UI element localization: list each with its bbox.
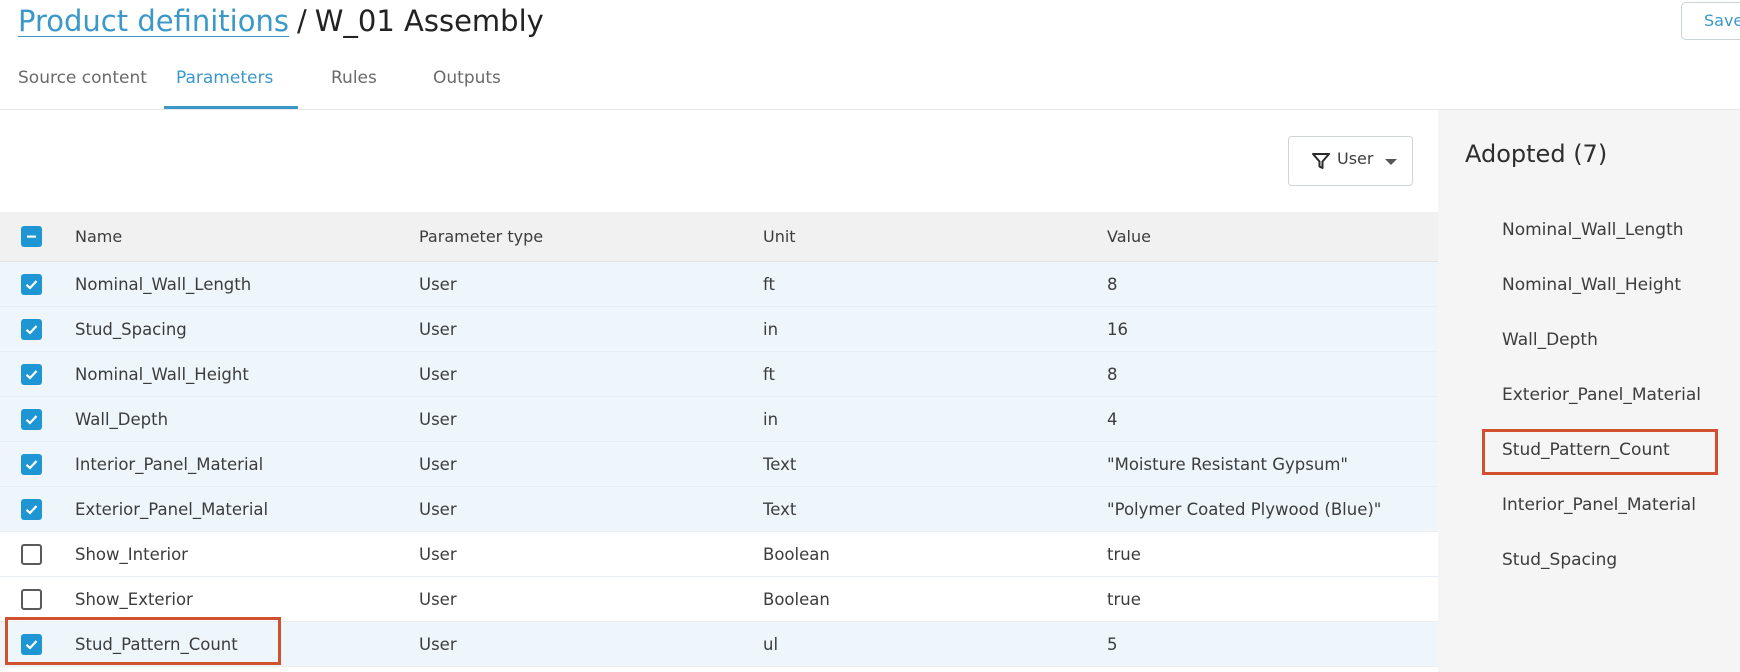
adopted-item[interactable]: Stud_Pattern_Count (1502, 440, 1670, 460)
cell-value: true (1107, 590, 1141, 609)
cell-name: Show_Exterior (75, 590, 193, 609)
cell-parameter-type: User (419, 455, 457, 474)
cell-value: 16 (1107, 320, 1128, 339)
table-row[interactable]: Stud_Pattern_Count User ul 5 (0, 622, 1438, 667)
check-icon (25, 415, 38, 425)
row-checkbox[interactable] (21, 319, 42, 340)
tab-source-content[interactable]: Source content (18, 58, 147, 110)
cell-name: Interior_Panel_Material (75, 455, 264, 474)
cell-parameter-type: User (419, 500, 457, 519)
check-icon (25, 505, 38, 515)
cell-value: "Polymer Coated Plywood (Blue)" (1107, 500, 1382, 519)
table-row[interactable]: Nominal_Wall_Height User ft 8 (0, 352, 1438, 397)
tab-parameters[interactable]: Parameters (176, 58, 273, 110)
check-icon (25, 280, 38, 290)
breadcrumb-link-product-definitions[interactable]: Product definitions (18, 4, 289, 38)
cell-name: Stud_Spacing (75, 320, 187, 339)
table-row[interactable]: Show_Interior User Boolean true (0, 532, 1438, 577)
parameters-table: Name Parameter type Unit Value Nominal_W… (0, 212, 1438, 667)
breadcrumb-current: W_01 Assembly (314, 4, 544, 38)
select-all-checkbox[interactable] (21, 226, 42, 247)
check-icon (25, 370, 38, 380)
chevron-down-icon (1385, 159, 1398, 165)
cell-name: Nominal_Wall_Height (75, 365, 249, 384)
cell-parameter-type: User (419, 410, 457, 429)
funnel-icon (1312, 153, 1330, 169)
save-button[interactable]: Save (1681, 2, 1740, 40)
cell-value: 5 (1107, 635, 1118, 654)
adopted-title: Adopted (7) (1465, 140, 1608, 168)
active-tab-indicator (164, 106, 298, 109)
check-icon (25, 460, 38, 470)
breadcrumb-separator: / (296, 4, 307, 38)
adopted-item[interactable]: Exterior_Panel_Material (1502, 385, 1701, 405)
column-header-name[interactable]: Name (75, 212, 122, 262)
row-checkbox[interactable] (21, 454, 42, 475)
cell-parameter-type: User (419, 275, 457, 294)
table-row[interactable]: Show_Exterior User Boolean true (0, 577, 1438, 622)
breadcrumb: Product definitions / W_01 Assembly (18, 2, 544, 40)
table-header: Name Parameter type Unit Value (0, 212, 1438, 262)
cell-name: Exterior_Panel_Material (75, 500, 269, 519)
check-icon (25, 640, 38, 650)
row-checkbox[interactable] (21, 589, 42, 610)
filter-dropdown[interactable]: User (1288, 136, 1413, 186)
cell-unit: in (763, 320, 779, 339)
adopted-item[interactable]: Wall_Depth (1502, 330, 1598, 350)
cell-unit: ft (763, 275, 775, 294)
cell-parameter-type: User (419, 365, 457, 384)
cell-parameter-type: User (419, 635, 457, 654)
cell-unit: Text (763, 500, 797, 519)
cell-value: true (1107, 545, 1141, 564)
row-checkbox[interactable] (21, 634, 42, 655)
adopted-item[interactable]: Stud_Spacing (1502, 550, 1617, 570)
cell-value: "Moisture Resistant Gypsum" (1107, 455, 1348, 474)
tab-rules[interactable]: Rules (331, 58, 377, 110)
adopted-item[interactable]: Nominal_Wall_Length (1502, 220, 1684, 240)
column-header-parameter-type[interactable]: Parameter type (419, 212, 543, 262)
table-row[interactable]: Stud_Spacing User in 16 (0, 307, 1438, 352)
adopted-item[interactable]: Nominal_Wall_Height (1502, 275, 1681, 295)
cell-parameter-type: User (419, 590, 457, 609)
table-row[interactable]: Nominal_Wall_Length User ft 8 (0, 262, 1438, 307)
adopted-panel: Adopted (7) Nominal_Wall_Length Nominal_… (1438, 110, 1740, 672)
cell-unit: ul (763, 635, 779, 654)
cell-parameter-type: User (419, 320, 457, 339)
row-checkbox[interactable] (21, 544, 42, 565)
cell-parameter-type: User (419, 545, 457, 564)
cell-name: Stud_Pattern_Count (75, 635, 238, 654)
row-checkbox[interactable] (21, 499, 42, 520)
cell-name: Nominal_Wall_Length (75, 275, 252, 294)
row-checkbox[interactable] (21, 274, 42, 295)
adopted-item[interactable]: Interior_Panel_Material (1502, 495, 1696, 515)
page-header: Product definitions / W_01 Assembly Save S… (0, 0, 1740, 110)
minus-icon (27, 235, 36, 238)
app-root: Product definitions / W_01 Assembly Save S… (0, 0, 1740, 672)
table-row[interactable]: Interior_Panel_Material User Text "Moist… (0, 442, 1438, 487)
table-row[interactable]: Wall_Depth User in 4 (0, 397, 1438, 442)
cell-unit: in (763, 410, 779, 429)
row-checkbox[interactable] (21, 409, 42, 430)
cell-value: 8 (1107, 275, 1118, 294)
parameters-main: User Name Parameter type Unit Value Nomi… (0, 110, 1438, 672)
filter-label: User (1337, 148, 1374, 168)
cell-unit: ft (763, 365, 775, 384)
cell-unit: Boolean (763, 545, 830, 564)
cell-value: 8 (1107, 365, 1118, 384)
cell-name: Wall_Depth (75, 410, 169, 429)
row-checkbox[interactable] (21, 364, 42, 385)
cell-value: 4 (1107, 410, 1118, 429)
check-icon (25, 325, 38, 335)
cell-name: Show_Interior (75, 545, 188, 564)
cell-unit: Boolean (763, 590, 830, 609)
column-header-value[interactable]: Value (1107, 212, 1151, 262)
cell-unit: Text (763, 455, 797, 474)
column-header-unit[interactable]: Unit (763, 212, 796, 262)
table-row[interactable]: Exterior_Panel_Material User Text "Polym… (0, 487, 1438, 532)
tab-outputs[interactable]: Outputs (433, 58, 501, 110)
